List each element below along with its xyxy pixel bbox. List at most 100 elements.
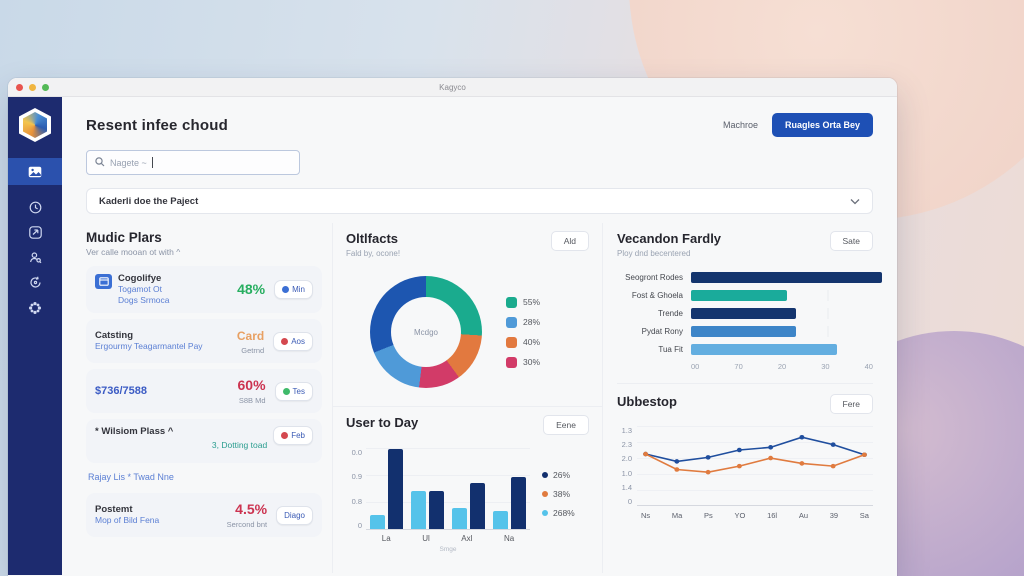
search-input[interactable]: Nagete ~ bbox=[86, 150, 300, 175]
item-title: $736/7588 bbox=[95, 385, 147, 397]
status-dot-icon bbox=[283, 388, 290, 395]
bar-group bbox=[452, 483, 485, 529]
legend-label: 55% bbox=[523, 297, 540, 307]
line-chart bbox=[637, 426, 873, 506]
hbar-label: Tua Fit bbox=[617, 345, 691, 354]
x-tick-label: 16l bbox=[767, 511, 777, 520]
hbar-card-button[interactable]: Sate bbox=[830, 231, 874, 251]
header-link[interactable]: Machroe bbox=[723, 120, 758, 130]
item-action-button[interactable]: Feb bbox=[273, 426, 313, 445]
line-chart-y-axis: 1.32.32.01.01.40 bbox=[617, 426, 637, 506]
x-tick-label: 70 bbox=[734, 362, 742, 371]
y-tick-label: 0.0 bbox=[346, 448, 362, 457]
plans-title: Mudic Plars bbox=[86, 230, 322, 245]
item-line: Mop of Bild Fena bbox=[95, 515, 159, 526]
item-action-button[interactable]: Min bbox=[274, 280, 313, 299]
bar-chart-legend: 26%38%268% bbox=[542, 435, 575, 553]
blue-point bbox=[831, 442, 836, 447]
bar bbox=[452, 508, 467, 529]
item-title: Catsting bbox=[95, 330, 203, 341]
chevron-down-icon[interactable] bbox=[850, 192, 860, 210]
hbar-row: Tua Fit bbox=[617, 344, 873, 355]
legend-item: 55% bbox=[506, 297, 540, 308]
hbar-row: Fost & Ghoela bbox=[617, 290, 873, 301]
primary-action-button[interactable]: Ruagles Orta Bey bbox=[772, 113, 873, 137]
sidebar-item-history[interactable] bbox=[29, 195, 42, 220]
horizontal-bar-chart: Seogront RodesFost & GhoelaTrendePydat R… bbox=[617, 272, 873, 355]
app-logo[interactable] bbox=[19, 108, 51, 142]
legend-swatch bbox=[506, 337, 517, 348]
hbar-label: Seogront Rodes bbox=[617, 273, 691, 282]
list-item[interactable]: $736/7588 60% S8B Md Tes bbox=[86, 369, 322, 413]
list-item[interactable]: Cogolifye Togamot Ot Dogs Srmoca 48% Min bbox=[86, 266, 322, 313]
bar bbox=[411, 491, 426, 529]
donut-card-title: Oltlfacts bbox=[346, 231, 400, 246]
orange-point bbox=[862, 452, 867, 457]
x-tick-label: La bbox=[382, 534, 391, 543]
hbar-track bbox=[691, 308, 873, 319]
bar-card-title: User to Day bbox=[346, 415, 418, 430]
sidebar-item-sync[interactable] bbox=[29, 270, 42, 295]
item-value: 4.5% bbox=[235, 501, 267, 517]
item-title: * Wilsiom Plass ^ bbox=[95, 426, 267, 437]
donut-card-button[interactable]: Ald bbox=[551, 231, 589, 251]
item-value: 60% bbox=[238, 377, 266, 393]
blue-line bbox=[646, 437, 865, 461]
item-note: S8B Md bbox=[238, 396, 266, 405]
legend-dot bbox=[542, 510, 548, 516]
orange-point bbox=[799, 461, 804, 466]
donut-card-subtitle: Fald by, ocone! bbox=[346, 249, 400, 258]
bar bbox=[511, 477, 526, 529]
item-action-button[interactable]: Tes bbox=[275, 382, 313, 401]
x-tick-label: Ps bbox=[704, 511, 713, 520]
list-item[interactable]: Catsting Ergourmy Teagarmantel Pay Card … bbox=[86, 319, 322, 363]
orange-point bbox=[737, 464, 742, 469]
item-links[interactable]: Rajay Lis * Twad Nne bbox=[88, 472, 320, 482]
settings-icon bbox=[28, 301, 42, 315]
plans-subtitle: Ver calle mooan ot with ^ bbox=[86, 247, 322, 257]
hbar-x-axis: 0070203040 bbox=[691, 362, 873, 371]
list-item[interactable]: * Wilsiom Plass ^ 3, Dotting toad Feb bbox=[86, 419, 322, 463]
section-header[interactable]: Kaderli doe the Paject bbox=[86, 188, 873, 214]
legend-swatch bbox=[506, 297, 517, 308]
app-window: Kagyco bbox=[8, 78, 897, 576]
x-tick-label: Axl bbox=[461, 534, 472, 543]
x-tick-label: Ul bbox=[422, 534, 430, 543]
legend-swatch bbox=[506, 317, 517, 328]
bar-group bbox=[370, 449, 403, 529]
bar-chart-x-axis: La Ul Axl Na bbox=[366, 534, 530, 543]
legend-item: 40% bbox=[506, 337, 540, 348]
status-dot-icon bbox=[281, 432, 288, 439]
x-tick-label: 30 bbox=[821, 362, 829, 371]
hbar-track bbox=[691, 272, 873, 283]
sidebar-item-settings[interactable] bbox=[28, 295, 42, 320]
item-action-button[interactable]: Diago bbox=[276, 506, 313, 525]
hbar-track bbox=[691, 344, 873, 355]
sidebar-item-users[interactable] bbox=[29, 245, 42, 270]
legend-item: 28% bbox=[506, 317, 540, 328]
legend-label: 26% bbox=[553, 470, 570, 480]
line-chart-x-axis: NsMaPsYO16lAu39Sa bbox=[637, 511, 873, 520]
x-tick-label: Na bbox=[504, 534, 514, 543]
hbar-track bbox=[691, 326, 873, 337]
y-tick-label: 2.0 bbox=[617, 454, 632, 463]
item-action-button[interactable]: Aos bbox=[273, 332, 313, 351]
section-title: Kaderli doe the Paject bbox=[99, 196, 850, 207]
bar-group bbox=[493, 477, 526, 529]
line-chart-svg bbox=[637, 426, 873, 505]
bar bbox=[429, 491, 444, 529]
search-icon bbox=[95, 154, 105, 172]
sidebar-item-dashboard[interactable] bbox=[8, 158, 62, 185]
sidebar-item-send[interactable] bbox=[29, 220, 42, 245]
bar-chart-y-axis: 0.00.90.80 bbox=[346, 448, 366, 530]
text-cursor bbox=[152, 157, 153, 168]
bar-card-button[interactable]: Eene bbox=[543, 415, 589, 435]
page-title: Resent infee choud bbox=[86, 117, 723, 134]
orange-point bbox=[643, 452, 648, 457]
line-card-button[interactable]: Fere bbox=[830, 394, 873, 414]
item-title: Postemt bbox=[95, 504, 159, 515]
legend-dot bbox=[542, 472, 548, 478]
y-tick-label: 1.0 bbox=[617, 469, 632, 478]
list-item[interactable]: Postemt Mop of Bild Fena 4.5% Sercond bn… bbox=[86, 493, 322, 537]
search-placeholder: Nagete ~ bbox=[110, 158, 147, 168]
